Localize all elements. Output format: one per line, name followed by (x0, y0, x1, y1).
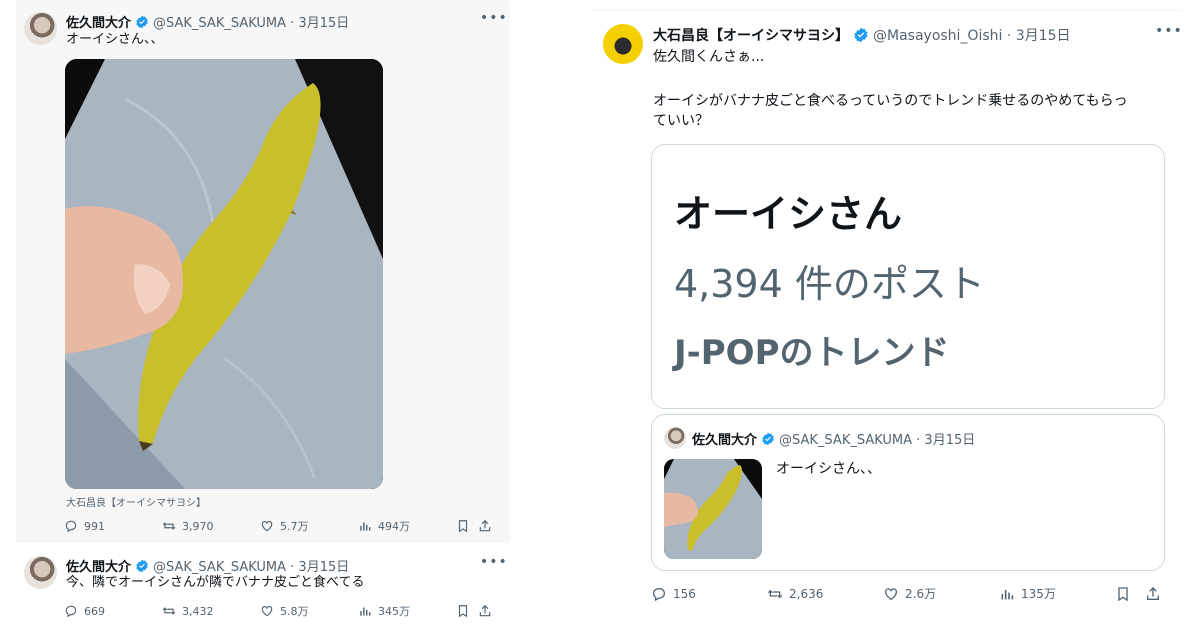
repost-icon (162, 607, 176, 615)
tweet-text-line2: オーイシがバナナ皮ごと食べるっていうのでトレンド乗せるのやめてもらっ (653, 93, 1128, 109)
banana-image (65, 59, 383, 489)
trend-title: オーイシさん (674, 192, 903, 236)
views-icon (360, 607, 371, 616)
quoted-tweet-header: 佐久間大介 @SAK_SAK_SAKUMA · 3月15日 (692, 429, 975, 448)
repost-count: 2,636 (789, 586, 824, 601)
tweet-sakuma-1[interactable]: 佐久間大介 @SAK_SAK_SAKUMA · 3月15日 ••• オーイシさん… (16, 0, 510, 543)
reply-icon (65, 520, 77, 533)
trend-category: J-POPのトレンド (674, 333, 950, 373)
image-caption[interactable]: 大石昌良【オーイシマサヨシ】 (66, 494, 206, 509)
like-icon (885, 587, 897, 600)
tweet-oishi[interactable]: 大石昌良【オーイシマサヨシ】 @Masayoshi_Oishi · 3月15日 … (593, 10, 1182, 618)
repost-button[interactable]: 3,970 (162, 519, 260, 533)
like-count: 5.8万 (280, 605, 309, 618)
tweet-text: 今、隣でオーイシさんが隣でバナナ皮ごと食べてる (66, 575, 365, 590)
quoted-tweet[interactable]: 佐久間大介 @SAK_SAK_SAKUMA · 3月15日 オーイシさん、、 (651, 414, 1165, 571)
verified-badge-icon (135, 559, 149, 573)
repost-count: 3,432 (182, 604, 214, 618)
reply-count: 991 (84, 519, 105, 533)
reply-icon (652, 587, 666, 601)
trend-screenshot-card[interactable]: オーイシさん 4,394 件のポスト J-POPのトレンド (651, 144, 1165, 409)
avatar[interactable] (603, 24, 643, 64)
like-count: 5.7万 (280, 520, 309, 533)
reply-count: 669 (84, 604, 105, 618)
repost-count: 3,970 (182, 519, 214, 533)
views-button[interactable]: 345万 (358, 603, 456, 619)
views-icon (1001, 589, 1014, 599)
author-handle[interactable]: @Masayoshi_Oishi · 3月15日 (873, 25, 1070, 45)
reply-count: 156 (673, 586, 696, 601)
author-handle[interactable]: @SAK_SAK_SAKUMA · 3月15日 (153, 12, 349, 31)
views-count: 494万 (378, 520, 410, 533)
bookmark-icon[interactable] (1115, 586, 1145, 602)
repost-icon (767, 589, 783, 598)
views-count: 345万 (378, 605, 410, 618)
bookmark-icon[interactable] (456, 519, 478, 533)
share-icon[interactable] (478, 519, 498, 533)
quoted-banana-thumbnail[interactable] (664, 459, 762, 559)
action-bar: 156 2,636 2.6万 135万 (651, 585, 1167, 602)
author-name: 佐久間大介 (692, 433, 758, 448)
like-button[interactable]: 5.7万 (260, 518, 358, 534)
avatar[interactable] (24, 556, 57, 589)
reply-icon (65, 605, 77, 618)
tweet-header: 佐久間大介 @SAK_SAK_SAKUMA · 3月15日 (66, 12, 349, 31)
author-name[interactable]: 大石昌良【オーイシマサヨシ】 (653, 25, 849, 45)
bookmark-icon[interactable] (456, 604, 478, 618)
tweet-text-line1: 佐久間くんさぁ... (653, 49, 765, 65)
reply-button[interactable]: 156 (651, 586, 767, 602)
tweet-sakuma-2[interactable]: 佐久間大介 @SAK_SAK_SAKUMA · 3月15日 ••• 今、隣でオー… (16, 545, 510, 630)
verified-badge-icon (761, 432, 775, 446)
like-button[interactable]: 5.8万 (260, 603, 358, 619)
like-count: 2.6万 (905, 587, 937, 601)
author-name[interactable]: 佐久間大介 (66, 556, 131, 575)
like-icon (261, 606, 273, 617)
banana-image (664, 459, 762, 559)
tweet-header: 大石昌良【オーイシマサヨシ】 @Masayoshi_Oishi · 3月15日 (653, 25, 1070, 45)
views-count: 135万 (1021, 587, 1056, 601)
tweet-header: 佐久間大介 @SAK_SAK_SAKUMA · 3月15日 (66, 556, 349, 575)
author-handle: @SAK_SAK_SAKUMA · 3月15日 (779, 433, 976, 448)
banana-photo[interactable] (65, 59, 383, 489)
verified-badge-icon (853, 27, 869, 43)
reply-button[interactable]: 669 (64, 604, 162, 618)
more-icon[interactable]: ••• (480, 10, 508, 26)
views-button[interactable]: 494万 (358, 518, 456, 534)
repost-icon (162, 522, 176, 530)
repost-button[interactable]: 2,636 (767, 586, 883, 602)
reply-button[interactable]: 991 (64, 519, 162, 533)
avatar[interactable] (24, 12, 57, 45)
tweet-text-line3: ていい？ (653, 113, 709, 129)
more-icon[interactable]: ••• (1155, 23, 1183, 39)
author-handle[interactable]: @SAK_SAK_SAKUMA · 3月15日 (153, 556, 349, 575)
more-icon[interactable]: ••• (480, 554, 508, 570)
action-bar: 669 3,432 5.8万 345万 (64, 603, 498, 619)
share-icon[interactable] (1145, 586, 1165, 602)
views-icon (360, 522, 371, 531)
trend-post-count: 4,394 件のポスト (674, 262, 985, 306)
action-bar: 991 3,970 5.7万 494万 (64, 518, 498, 534)
share-icon[interactable] (478, 604, 498, 618)
quoted-tweet-text: オーイシさん、、 (776, 461, 881, 477)
like-icon (261, 521, 273, 532)
repost-button[interactable]: 3,432 (162, 604, 260, 618)
tweet-text: オーイシさん、、 (66, 32, 164, 47)
avatar (664, 427, 686, 449)
author-name[interactable]: 佐久間大介 (66, 12, 131, 31)
verified-badge-icon (135, 15, 149, 29)
like-button[interactable]: 2.6万 (883, 585, 999, 602)
views-button[interactable]: 135万 (999, 585, 1115, 602)
